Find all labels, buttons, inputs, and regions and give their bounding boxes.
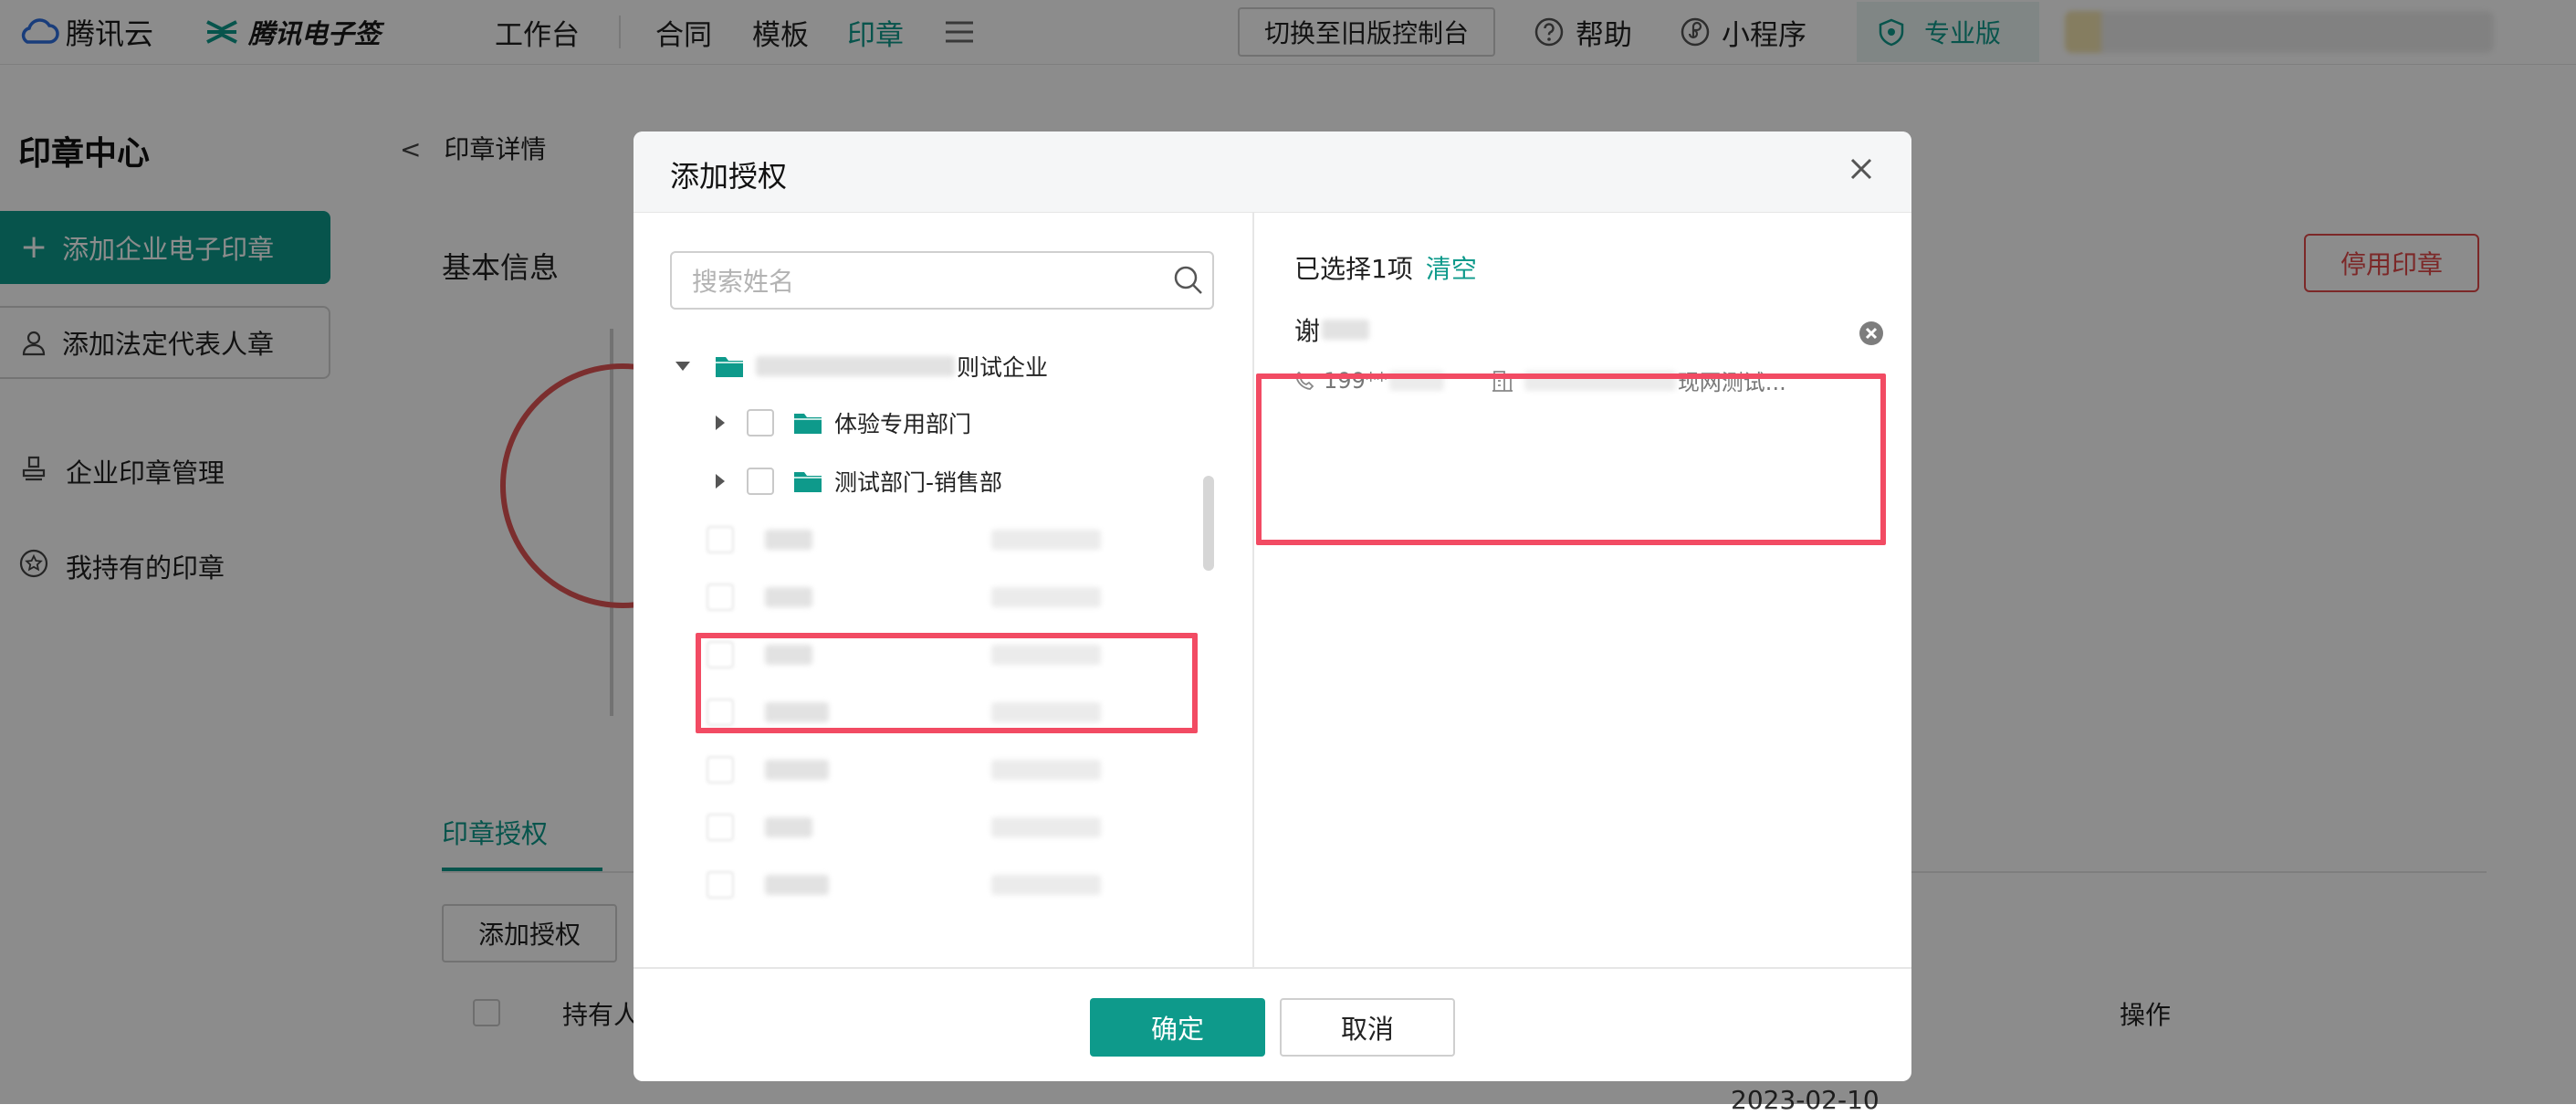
member-name-redacted <box>765 587 812 607</box>
caret-down-icon[interactable] <box>675 362 690 371</box>
member-phone-redacted <box>991 875 1101 895</box>
tree-scrollbar[interactable] <box>1203 476 1214 571</box>
search-input[interactable] <box>690 253 1150 310</box>
dialog-title: 添加授权 <box>670 159 788 194</box>
company-name-redacted <box>756 356 955 376</box>
add-authorization-dialog: 添加授权 搜索姓名 则试企业 体验专用部门 测试部门-销售部 已选择1项 清空 … <box>634 131 1911 1081</box>
dept-name: 体验专用部门 <box>834 411 972 437</box>
member-phone-redacted <box>991 587 1101 607</box>
page: 腾讯云 腾讯电子签 工作台 合同 模板 印章 切换至旧版控制台 帮助 小程序 专… <box>0 0 2576 1115</box>
member-row[interactable] <box>707 579 1101 615</box>
cancel-button[interactable]: 取消 <box>1280 998 1455 1057</box>
member-name-redacted <box>765 530 812 550</box>
company-name-suffix: 则试企业 <box>957 354 1049 381</box>
caret-right-icon[interactable] <box>716 415 725 430</box>
member-row[interactable] <box>707 521 1101 558</box>
member-checkbox[interactable] <box>707 756 734 784</box>
selected-count: 已选择1项 <box>1294 254 1413 284</box>
close-icon[interactable] <box>1838 146 1884 192</box>
search-box[interactable] <box>670 251 1214 310</box>
tree-root-company[interactable]: 则试企业 <box>675 348 1048 384</box>
member-name-redacted <box>765 760 829 780</box>
dept-checkbox[interactable] <box>747 468 774 495</box>
search-icon[interactable] <box>1172 264 1205 297</box>
selected-name-visible: 谢 <box>1294 316 1321 346</box>
folder-icon <box>794 414 822 434</box>
selected-summary: 已选择1项 清空 <box>1294 249 1477 286</box>
member-row[interactable] <box>707 809 1101 846</box>
tree-dept-experience[interactable]: 体验专用部门 <box>716 405 971 441</box>
dept-name: 测试部门-销售部 <box>834 469 1003 496</box>
highlight-box-member <box>696 633 1198 733</box>
member-phone-redacted <box>991 530 1101 550</box>
member-name-redacted <box>765 817 812 837</box>
member-checkbox[interactable] <box>707 584 734 611</box>
folder-icon <box>794 472 822 492</box>
member-name-redacted <box>765 875 829 895</box>
member-row[interactable] <box>707 867 1101 903</box>
highlight-box-selected <box>1256 373 1886 545</box>
dialog-footer: 确定 取消 <box>634 967 1911 1081</box>
org-tree-pane: 则试企业 体验专用部门 <box>634 213 1252 967</box>
member-checkbox[interactable] <box>707 871 734 899</box>
folder-icon <box>716 357 743 377</box>
member-phone-redacted <box>991 817 1101 837</box>
selected-pane: 已选择1项 清空 谢 199** 现网测试... <box>1254 213 1911 967</box>
selected-member-name: 谢 <box>1294 311 1370 348</box>
tree-dept-sales[interactable]: 测试部门-销售部 <box>716 463 1002 500</box>
caret-right-icon[interactable] <box>716 474 725 489</box>
selected-name-redacted <box>1322 320 1370 340</box>
member-checkbox[interactable] <box>707 526 734 553</box>
remove-selected-icon[interactable] <box>1859 321 1884 346</box>
dialog-header: 添加授权 <box>634 131 1911 213</box>
clear-link[interactable]: 清空 <box>1426 254 1477 284</box>
member-phone-redacted <box>991 760 1101 780</box>
member-checkbox[interactable] <box>707 814 734 841</box>
member-row[interactable] <box>707 752 1101 788</box>
confirm-button[interactable]: 确定 <box>1090 998 1265 1057</box>
dept-checkbox[interactable] <box>747 409 774 437</box>
